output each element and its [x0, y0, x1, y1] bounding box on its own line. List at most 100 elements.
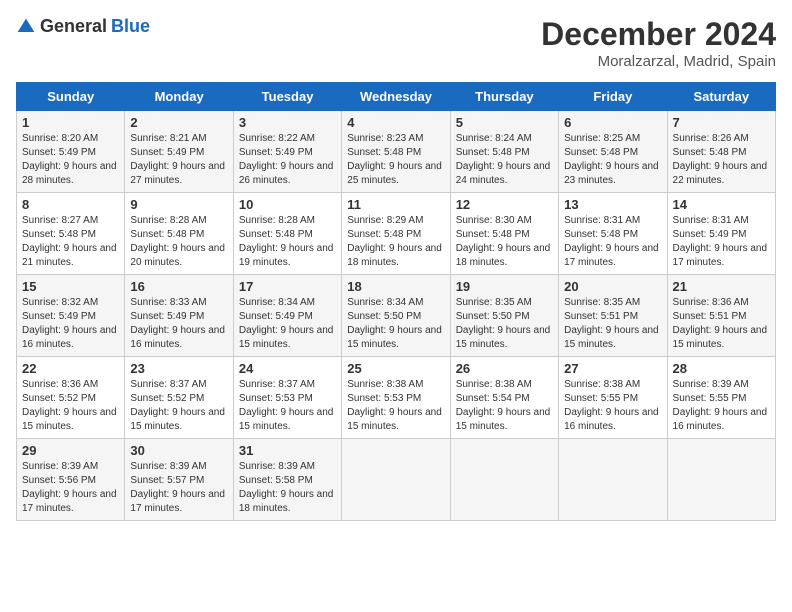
table-row: 10 Sunrise: 8:28 AMSunset: 5:48 PMDayligh…	[233, 193, 341, 275]
calendar-table: Sunday Monday Tuesday Wednesday Thursday…	[16, 82, 776, 521]
day-number: 30	[130, 443, 227, 458]
calendar-week-row: 15 Sunrise: 8:32 AMSunset: 5:49 PMDayligh…	[17, 275, 776, 357]
table-row: 4Sunrise: 8:23 AMSunset: 5:48 PMDaylight…	[342, 111, 450, 193]
day-info: Sunrise: 8:39 AMSunset: 5:56 PMDaylight:…	[22, 461, 117, 514]
day-info: Sunrise: 8:38 AMSunset: 5:54 PMDaylight:…	[456, 379, 551, 432]
day-info: Sunrise: 8:38 AMSunset: 5:55 PMDaylight:…	[564, 379, 659, 432]
table-row: 12Sunrise: 8:30 AMSunset: 5:48 PMDayligh…	[450, 193, 558, 275]
day-number: 31	[239, 443, 336, 458]
day-number: 18	[347, 279, 444, 294]
subtitle: Moralzarzal, Madrid, Spain	[541, 53, 776, 70]
table-row: 26 Sunrise: 8:38 AMSunset: 5:54 PMDayligh…	[450, 357, 558, 439]
day-info: Sunrise: 8:31 AMSunset: 5:49 PMDaylight:…	[673, 215, 768, 268]
col-friday: Friday	[559, 83, 667, 111]
day-info: Sunrise: 8:22 AMSunset: 5:49 PMDaylight:…	[239, 133, 334, 186]
day-number: 11	[347, 197, 444, 212]
day-info: Sunrise: 8:39 AMSunset: 5:55 PMDaylight:…	[673, 379, 768, 432]
day-info: Sunrise: 8:35 AMSunset: 5:50 PMDaylight:…	[456, 297, 551, 350]
table-row: 29 Sunrise: 8:39 AMSunset: 5:56 PMDayligh…	[17, 439, 125, 521]
day-number: 21	[673, 279, 770, 294]
table-row	[667, 439, 775, 521]
day-info: Sunrise: 8:28 AMSunset: 5:48 PMDaylight:…	[239, 215, 334, 268]
logo: GeneralBlue	[16, 16, 150, 37]
calendar-week-row: 8 Sunrise: 8:27 AMSunset: 5:48 PMDaylight…	[17, 193, 776, 275]
table-row: 15 Sunrise: 8:32 AMSunset: 5:49 PMDayligh…	[17, 275, 125, 357]
col-monday: Monday	[125, 83, 233, 111]
table-row: 20 Sunrise: 8:35 AMSunset: 5:51 PMDayligh…	[559, 275, 667, 357]
day-number: 7	[673, 115, 770, 130]
table-row: 8 Sunrise: 8:27 AMSunset: 5:48 PMDaylight…	[17, 193, 125, 275]
day-info: Sunrise: 8:34 AMSunset: 5:50 PMDaylight:…	[347, 297, 442, 350]
day-number: 24	[239, 361, 336, 376]
day-number: 13	[564, 197, 661, 212]
day-number: 29	[22, 443, 119, 458]
day-info: Sunrise: 8:32 AMSunset: 5:49 PMDaylight:…	[22, 297, 117, 350]
day-number: 5	[456, 115, 553, 130]
table-row: 24 Sunrise: 8:37 AMSunset: 5:53 PMDayligh…	[233, 357, 341, 439]
day-number: 14	[673, 197, 770, 212]
day-info: Sunrise: 8:25 AMSunset: 5:48 PMDaylight:…	[564, 133, 659, 186]
table-row: 21 Sunrise: 8:36 AMSunset: 5:51 PMDayligh…	[667, 275, 775, 357]
day-info: Sunrise: 8:33 AMSunset: 5:49 PMDaylight:…	[130, 297, 225, 350]
table-row: 27 Sunrise: 8:38 AMSunset: 5:55 PMDayligh…	[559, 357, 667, 439]
day-number: 20	[564, 279, 661, 294]
day-info: Sunrise: 8:24 AMSunset: 5:48 PMDaylight:…	[456, 133, 551, 186]
day-info: Sunrise: 8:28 AMSunset: 5:48 PMDaylight:…	[130, 215, 225, 268]
day-number: 17	[239, 279, 336, 294]
day-number: 8	[22, 197, 119, 212]
table-row: 18 Sunrise: 8:34 AMSunset: 5:50 PMDayligh…	[342, 275, 450, 357]
day-info: Sunrise: 8:29 AMSunset: 5:48 PMDaylight:…	[347, 215, 442, 268]
calendar-week-row: 29 Sunrise: 8:39 AMSunset: 5:56 PMDayligh…	[17, 439, 776, 521]
day-number: 25	[347, 361, 444, 376]
calendar-week-row: 1 Sunrise: 8:20 AMSunset: 5:49 PMDaylight…	[17, 111, 776, 193]
table-row: 5 Sunrise: 8:24 AMSunset: 5:48 PMDaylight…	[450, 111, 558, 193]
calendar-week-row: 22 Sunrise: 8:36 AMSunset: 5:52 PMDayligh…	[17, 357, 776, 439]
table-row: 25Sunrise: 8:38 AMSunset: 5:53 PMDayligh…	[342, 357, 450, 439]
table-row: 6 Sunrise: 8:25 AMSunset: 5:48 PMDaylight…	[559, 111, 667, 193]
table-row: 16 Sunrise: 8:33 AMSunset: 5:49 PMDayligh…	[125, 275, 233, 357]
day-info: Sunrise: 8:39 AMSunset: 5:58 PMDaylight:…	[239, 461, 334, 514]
day-number: 9	[130, 197, 227, 212]
day-number: 2	[130, 115, 227, 130]
day-number: 22	[22, 361, 119, 376]
table-row: 13Sunrise: 8:31 AMSunset: 5:48 PMDayligh…	[559, 193, 667, 275]
day-number: 12	[456, 197, 553, 212]
logo-blue: Blue	[111, 16, 150, 37]
table-row: 11 Sunrise: 8:29 AMSunset: 5:48 PMDayligh…	[342, 193, 450, 275]
col-wednesday: Wednesday	[342, 83, 450, 111]
title-area: December 2024 Moralzarzal, Madrid, Spain	[541, 16, 776, 70]
table-row	[559, 439, 667, 521]
page-header: GeneralBlue December 2024 Moralzarzal, M…	[16, 16, 776, 70]
table-row: 17Sunrise: 8:34 AMSunset: 5:49 PMDayligh…	[233, 275, 341, 357]
col-saturday: Saturday	[667, 83, 775, 111]
day-info: Sunrise: 8:20 AMSunset: 5:49 PMDaylight:…	[22, 133, 117, 186]
table-row: 7Sunrise: 8:26 AMSunset: 5:48 PMDaylight…	[667, 111, 775, 193]
table-row	[450, 439, 558, 521]
day-number: 16	[130, 279, 227, 294]
table-row: 23 Sunrise: 8:37 AMSunset: 5:52 PMDayligh…	[125, 357, 233, 439]
day-number: 23	[130, 361, 227, 376]
day-info: Sunrise: 8:35 AMSunset: 5:51 PMDaylight:…	[564, 297, 659, 350]
day-info: Sunrise: 8:37 AMSunset: 5:52 PMDaylight:…	[130, 379, 225, 432]
day-info: Sunrise: 8:23 AMSunset: 5:48 PMDaylight:…	[347, 133, 442, 186]
day-number: 1	[22, 115, 119, 130]
day-number: 15	[22, 279, 119, 294]
main-title: December 2024	[541, 16, 776, 53]
col-tuesday: Tuesday	[233, 83, 341, 111]
day-number: 10	[239, 197, 336, 212]
day-info: Sunrise: 8:37 AMSunset: 5:53 PMDaylight:…	[239, 379, 334, 432]
table-row: 19Sunrise: 8:35 AMSunset: 5:50 PMDayligh…	[450, 275, 558, 357]
day-number: 26	[456, 361, 553, 376]
day-info: Sunrise: 8:27 AMSunset: 5:48 PMDaylight:…	[22, 215, 117, 268]
day-number: 27	[564, 361, 661, 376]
table-row: 1 Sunrise: 8:20 AMSunset: 5:49 PMDaylight…	[17, 111, 125, 193]
table-row: 3Sunrise: 8:22 AMSunset: 5:49 PMDaylight…	[233, 111, 341, 193]
day-info: Sunrise: 8:36 AMSunset: 5:52 PMDaylight:…	[22, 379, 117, 432]
day-number: 6	[564, 115, 661, 130]
table-row: 22 Sunrise: 8:36 AMSunset: 5:52 PMDayligh…	[17, 357, 125, 439]
day-info: Sunrise: 8:36 AMSunset: 5:51 PMDaylight:…	[673, 297, 768, 350]
day-number: 28	[673, 361, 770, 376]
logo-icon	[16, 17, 36, 37]
table-row	[342, 439, 450, 521]
table-row: 9 Sunrise: 8:28 AMSunset: 5:48 PMDaylight…	[125, 193, 233, 275]
